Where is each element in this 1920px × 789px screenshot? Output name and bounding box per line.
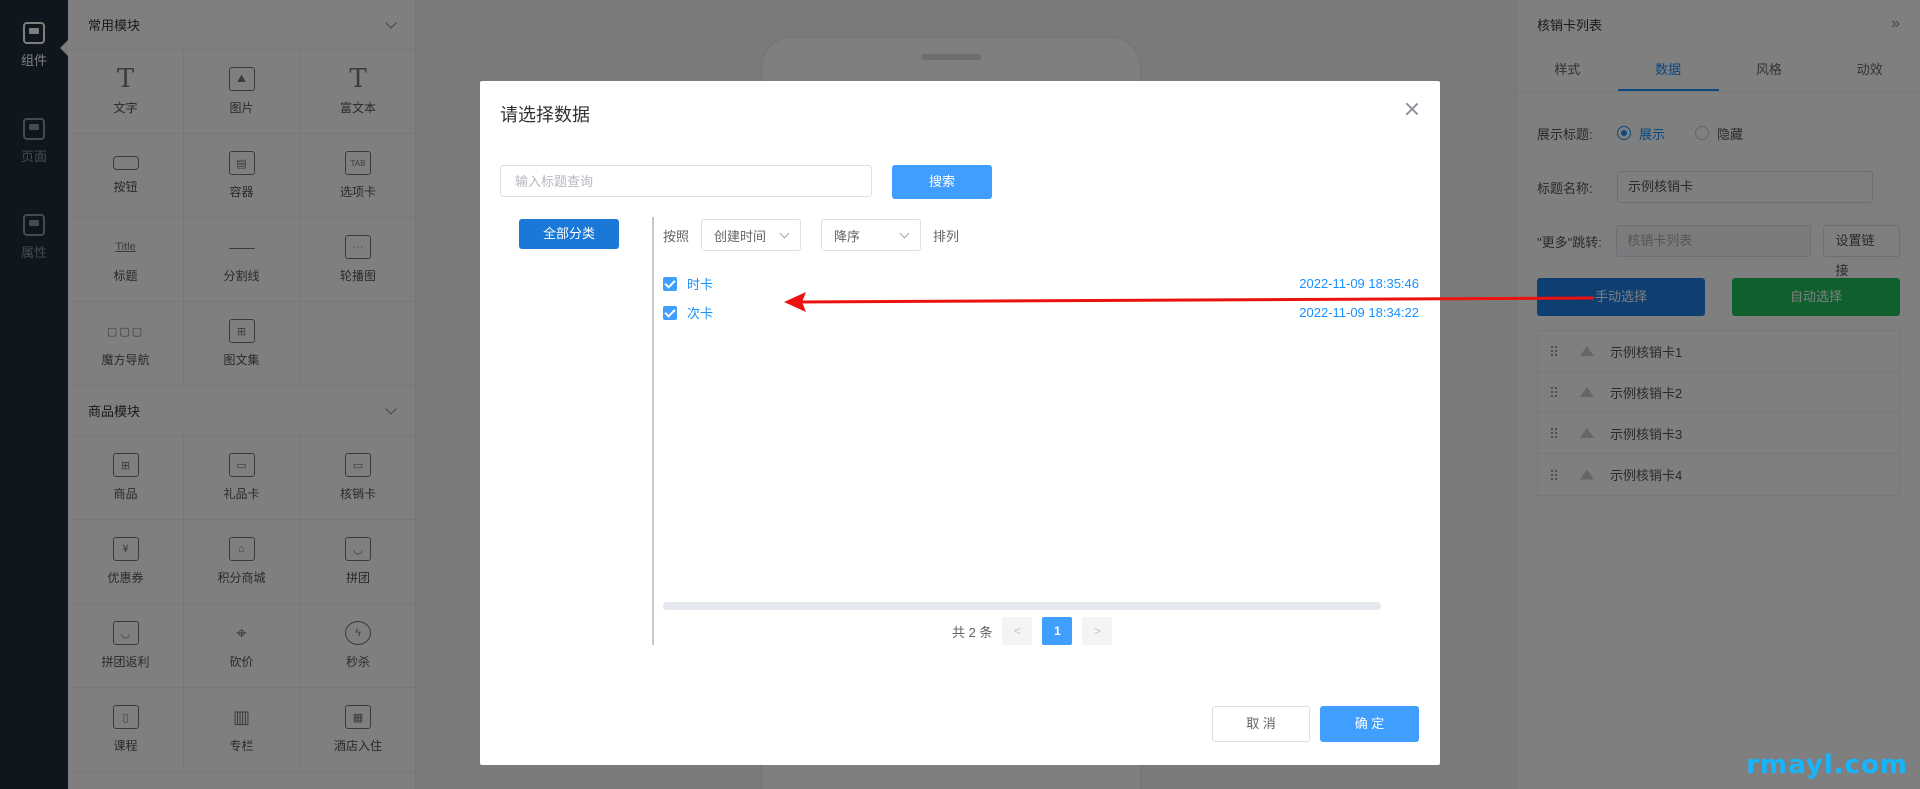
data-list: 时卡 2022-11-09 18:35:46 次卡 2022-11-09 18:… <box>663 269 1419 327</box>
all-categories-button[interactable]: 全部分类 <box>519 219 619 249</box>
sort-field-select[interactable]: 创建时间 <box>701 219 802 251</box>
dialog-title: 请选择数据 <box>500 105 590 125</box>
sort-order-value: 降序 <box>834 228 861 244</box>
horizontal-scrollbar[interactable] <box>663 602 1381 610</box>
sort-controls: 按照 创建时间 降序 排列 <box>663 219 959 251</box>
chevron-down-icon <box>779 228 790 238</box>
sort-suffix-label: 排列 <box>933 228 960 244</box>
search-input[interactable] <box>500 165 872 197</box>
checkbox-checked[interactable] <box>663 305 677 320</box>
page-number[interactable]: 1 <box>1042 617 1073 645</box>
confirm-button[interactable]: 确 定 <box>1320 706 1419 742</box>
sort-by-label: 按照 <box>663 228 690 244</box>
prev-page-icon[interactable]: < <box>1002 617 1033 645</box>
item-name: 时卡 <box>687 277 714 292</box>
sort-order-select[interactable]: 降序 <box>821 219 922 251</box>
search-button[interactable]: 搜索 <box>892 165 992 199</box>
select-data-dialog: 请选择数据 搜索 全部分类 按照 创建时间 降序 排列 时卡 2022-11-0… <box>480 81 1440 765</box>
watermark: rmayl.com <box>1746 750 1908 780</box>
pagination: 共 2 条 < 1 > <box>952 617 1113 645</box>
category-divider <box>652 217 654 645</box>
item-time: 2022-11-09 18:35:46 <box>1299 276 1419 291</box>
next-page-icon[interactable]: > <box>1082 617 1113 645</box>
list-item[interactable]: 时卡 2022-11-09 18:35:46 <box>663 269 1419 298</box>
checkbox-checked[interactable] <box>663 276 677 291</box>
cancel-button[interactable]: 取 消 <box>1212 706 1310 742</box>
list-item[interactable]: 次卡 2022-11-09 18:34:22 <box>663 298 1419 327</box>
close-icon[interactable] <box>1404 101 1420 117</box>
sort-field-value: 创建时间 <box>714 228 767 244</box>
total-count: 共 2 条 <box>952 624 993 640</box>
chevron-down-icon <box>899 228 910 238</box>
item-time: 2022-11-09 18:34:22 <box>1299 305 1419 320</box>
item-name: 次卡 <box>687 306 714 321</box>
